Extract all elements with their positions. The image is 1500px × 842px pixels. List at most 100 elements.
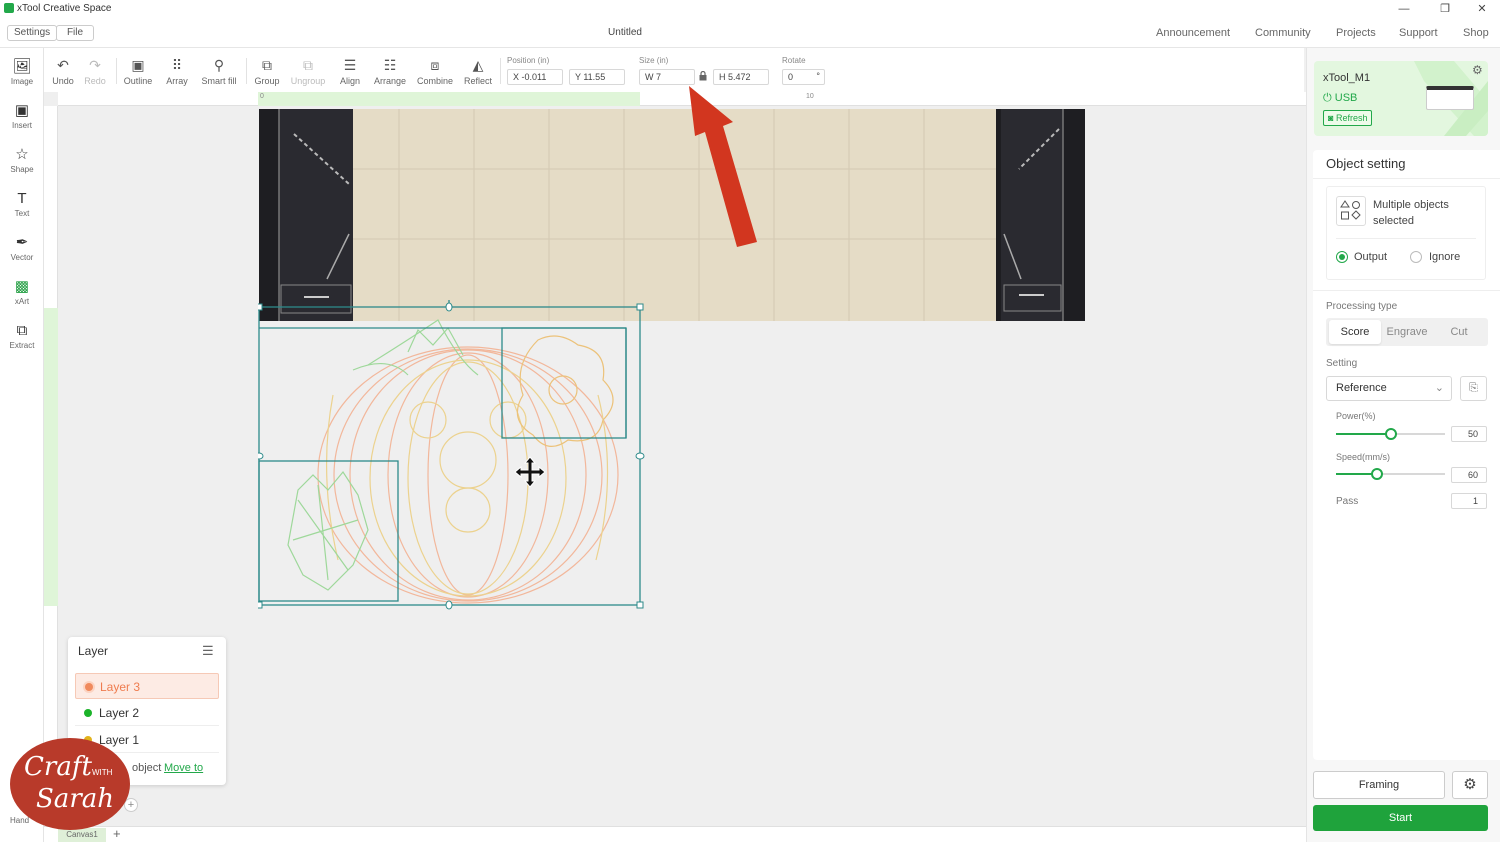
horizontal-ruler	[58, 92, 1306, 106]
divider	[1313, 290, 1500, 291]
ruler-tick-0: 0	[260, 93, 264, 100]
start-button[interactable]: Start	[1313, 805, 1488, 831]
link-shop[interactable]: Shop	[1463, 27, 1489, 39]
divider	[1313, 178, 1500, 179]
redo-icon: ↷	[89, 57, 101, 73]
divider	[1336, 238, 1476, 239]
speed-slider-handle[interactable]	[1371, 468, 1383, 480]
position-y-field[interactable]: Y 11.55	[569, 69, 625, 85]
rotate-field[interactable]: 0 °	[782, 69, 825, 85]
layer-color-dot	[85, 683, 93, 691]
output-radio[interactable]	[1336, 251, 1348, 263]
canvas-tab[interactable]: Canvas1	[58, 828, 106, 842]
power-input[interactable]: 50	[1451, 426, 1487, 442]
ignore-radio[interactable]	[1410, 251, 1422, 263]
tab-score[interactable]: Score	[1329, 320, 1381, 344]
move-cursor-icon	[514, 456, 546, 488]
camera-preview	[259, 109, 1085, 321]
array-icon: ⠿	[171, 57, 183, 73]
move-to-link[interactable]: Move to	[164, 762, 203, 774]
selection-line-1: Multiple objects	[1373, 199, 1449, 211]
refresh-button[interactable]: ◙ Refresh	[1323, 110, 1373, 126]
position-label: Position (in)	[507, 56, 550, 65]
reflect-icon: ◭	[472, 57, 484, 73]
file-button[interactable]: File	[56, 25, 94, 41]
usb-status: ⏻ USB	[1323, 92, 1358, 104]
setting-label: Setting	[1326, 358, 1358, 369]
position-x-field[interactable]: X -0.011	[507, 69, 563, 85]
multiple-objects-icon	[1336, 196, 1366, 226]
framing-settings-gear-icon[interactable]: ⚙	[1452, 771, 1488, 799]
ruler-selection-highlight	[44, 308, 58, 606]
reflect-button[interactable]: ◭ Reflect	[458, 56, 498, 86]
layer-menu-icon[interactable]: ☰	[202, 643, 214, 659]
lock-icon[interactable]	[699, 70, 707, 81]
title-bar	[0, 0, 1500, 18]
rotate-unit: °	[816, 71, 820, 81]
pass-input[interactable]: 1	[1451, 493, 1487, 509]
link-projects[interactable]: Projects	[1336, 27, 1376, 39]
app-logo-icon	[4, 3, 14, 13]
sidebar-item-vector[interactable]: ✒ Vector	[2, 233, 42, 262]
outline-button[interactable]: ▣ Outline	[118, 56, 158, 86]
sidebar-item-shape[interactable]: ☆ Shape	[2, 145, 42, 174]
align-button[interactable]: ☰ Align	[330, 56, 370, 86]
power-slider-handle[interactable]	[1385, 428, 1397, 440]
sidebar-item-insert[interactable]: ▣ Insert	[2, 101, 42, 130]
sidebar-item-xart[interactable]: ▩ xArt	[2, 277, 42, 306]
link-announcement[interactable]: Announcement	[1156, 27, 1230, 39]
arrange-button[interactable]: ☷ Arrange	[370, 56, 410, 86]
array-button[interactable]: ⠿ Array	[157, 56, 197, 86]
speed-input[interactable]: 60	[1451, 467, 1487, 483]
combine-button[interactable]: ⧈ Combine	[415, 56, 455, 86]
chevron-down-icon: ⌄	[1434, 382, 1444, 394]
rotate-value: 0	[788, 72, 794, 82]
layer-item-3[interactable]: Layer 3	[75, 673, 219, 699]
pass-label: Pass	[1336, 496, 1359, 507]
xart-icon: ▩	[14, 278, 30, 295]
restore-icon[interactable]: ❐	[1435, 1, 1455, 17]
ungroup-button[interactable]: ⧉ Ungroup	[288, 56, 328, 86]
save-setting-icon[interactable]: ⎘	[1460, 376, 1487, 401]
framing-button[interactable]: Framing	[1313, 771, 1445, 799]
tab-cut[interactable]: Cut	[1433, 320, 1485, 344]
setting-select[interactable]: Reference ⌄	[1326, 376, 1452, 401]
close-icon[interactable]: ✕	[1472, 1, 1492, 17]
settings-button[interactable]: Settings	[7, 25, 58, 41]
layer-panel-title: Layer	[78, 644, 109, 658]
redo-button[interactable]: ↷ Redo	[75, 56, 115, 86]
size-label: Size (in)	[639, 56, 669, 65]
insert-icon: ▣	[14, 102, 30, 119]
group-icon: ⧉	[262, 57, 272, 73]
setting-select-value: Reference	[1336, 382, 1387, 394]
link-community[interactable]: Community	[1255, 27, 1311, 39]
tab-engrave[interactable]: Engrave	[1381, 320, 1433, 344]
output-label: Output	[1354, 251, 1388, 263]
layer-item-2[interactable]: Layer 2	[75, 700, 219, 726]
sidebar-item-extract[interactable]: ⧉ Extract	[2, 321, 42, 350]
pen-icon: ✒	[15, 234, 29, 251]
power-label: Power(%)	[1336, 411, 1376, 421]
pumpkin-design[interactable]	[254, 277, 648, 610]
minimize-icon[interactable]: —	[1394, 1, 1414, 17]
hand-tool-label[interactable]: Hand	[10, 816, 29, 825]
processing-type-label: Processing type	[1326, 301, 1398, 312]
device-settings-gear-icon[interactable]: ⚙	[1472, 63, 1483, 77]
app-title: xTool Creative Space	[17, 3, 112, 14]
add-canvas-icon[interactable]: +	[113, 826, 121, 841]
smart-fill-icon: ⚲	[213, 57, 225, 73]
camera-icon: ◙	[1328, 113, 1334, 123]
document-title: Untitled	[608, 27, 642, 38]
group-button[interactable]: ⧉ Group	[247, 56, 287, 86]
layer-name: Layer 2	[99, 706, 140, 720]
link-support[interactable]: Support	[1399, 27, 1438, 39]
ungroup-icon: ⧉	[303, 57, 313, 73]
smart-fill-button[interactable]: ⚲ Smart fill	[199, 56, 239, 86]
toolbar-divider	[500, 58, 501, 84]
sidebar-item-image[interactable]: 🖼 Image	[2, 57, 42, 86]
shape-icon: ☆	[15, 146, 29, 163]
ruler-selection-highlight	[258, 92, 640, 106]
extract-icon: ⧉	[16, 322, 28, 339]
sidebar-item-text[interactable]: T Text	[2, 189, 42, 218]
arrange-icon: ☷	[383, 57, 397, 73]
